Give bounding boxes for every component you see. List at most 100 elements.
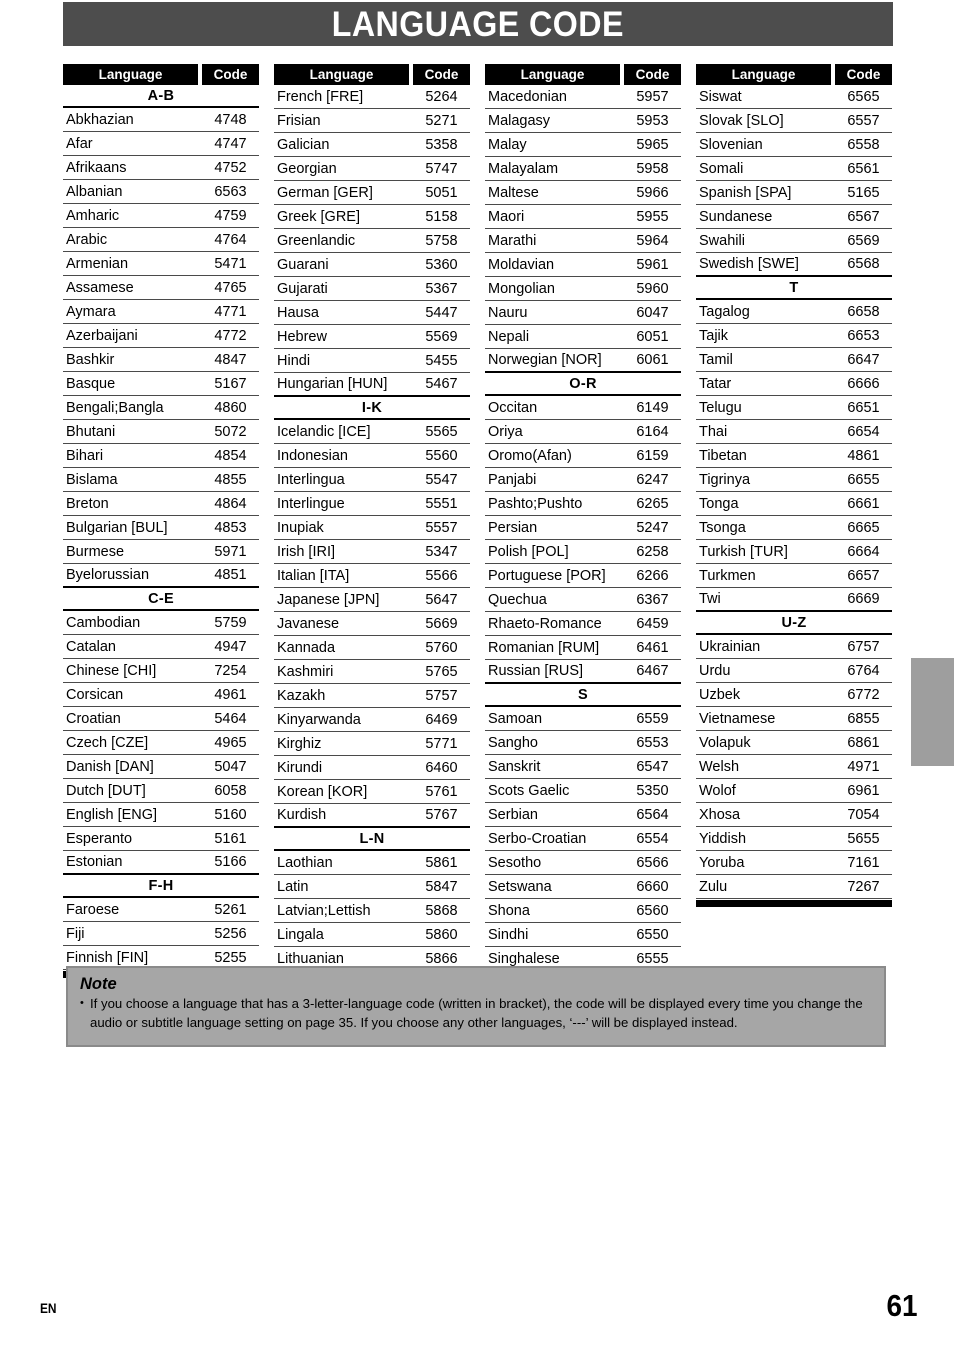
language-name: Inupiak (277, 519, 324, 536)
language-name: Sanskrit (488, 758, 541, 775)
table-row: Afrikaans 4752 (63, 156, 259, 180)
table-row: Gujarati 5367 (274, 277, 470, 301)
page-title-banner: LANGUAGE CODE (63, 2, 893, 46)
language-code: 6654 (847, 423, 880, 440)
table-row: Bengali;Bangla 4860 (63, 396, 259, 420)
language-name: Afar (66, 135, 93, 152)
table-row: Occitan 6149 (485, 396, 681, 420)
column-header-language: Language (485, 64, 620, 85)
language-code: 5051 (425, 184, 458, 201)
language-code: 6561 (847, 160, 880, 177)
language-code: 6460 (425, 759, 458, 776)
table-row: Tigrinya 6655 (696, 468, 892, 492)
language-name: Swedish [SWE] (699, 256, 799, 272)
language-name: Arabic (66, 231, 108, 248)
language-table-column: Language Code Siswat 6565 Slovak [SLO] 6557 Sl… (696, 64, 892, 979)
table-row: Icelandic [ICE] 5565 (274, 420, 470, 444)
language-code: 4747 (214, 135, 247, 152)
language-name: Nauru (488, 304, 528, 321)
table-row: Latvian;Lettish 5868 (274, 899, 470, 923)
table-row: Kinyarwanda 6469 (274, 708, 470, 732)
table-header-row: Language Code (485, 64, 681, 85)
page-number: 61 (885, 1288, 917, 1323)
language-name: Hindi (277, 352, 311, 369)
language-code: 5560 (425, 447, 458, 464)
language-name: Kirundi (277, 759, 323, 776)
language-code: 5771 (425, 735, 458, 752)
table-row: Swahili 6569 (696, 229, 892, 253)
language-code: 5166 (214, 854, 247, 870)
language-name: Marathi (488, 232, 537, 249)
language-name: Vietnamese (699, 710, 776, 727)
table-row: Albanian 6563 (63, 180, 259, 204)
language-name: Serbian (488, 806, 538, 823)
table-row: Aymara 4771 (63, 300, 259, 324)
language-name: Abkhazian (66, 111, 134, 128)
language-name: Estonian (66, 854, 123, 870)
table-row: Bulgarian [BUL] 4853 (63, 516, 259, 540)
note-box: Note • If you choose a language that has… (66, 966, 886, 1047)
language-name: Latin (277, 878, 309, 895)
table-row: Ukrainian 6757 (696, 635, 892, 659)
language-name: Slovak [SLO] (699, 112, 784, 129)
language-code: 6961 (847, 782, 880, 799)
language-code: 6560 (636, 902, 669, 919)
language-code: 6553 (636, 734, 669, 751)
language-name: Cambodian (66, 614, 141, 631)
table-row: Armenian 5471 (63, 252, 259, 276)
language-code: 6666 (847, 375, 880, 392)
language-name: Chinese [CHI] (66, 662, 157, 679)
language-name: Basque (66, 375, 116, 392)
table-row: English [ENG] 5160 (63, 803, 259, 827)
language-code: 7054 (847, 806, 880, 823)
table-row: Japanese [JPN] 5647 (274, 588, 470, 612)
table-row: Moldavian 5961 (485, 253, 681, 277)
language-code: 5860 (425, 926, 458, 943)
table-row: Tatar 6666 (696, 372, 892, 396)
language-code: 5165 (847, 184, 880, 201)
table-row: Hindi 5455 (274, 349, 470, 373)
language-name: Occitan (488, 399, 538, 416)
language-code: 5761 (425, 783, 458, 800)
language-name: Thai (699, 423, 728, 440)
language-name: Turkmen (699, 567, 756, 584)
language-code-tables: Language Code A-B Abkhazian 4748 Afar 4747 Afri… (63, 64, 895, 979)
language-code: 6547 (636, 758, 669, 775)
language-name: Galician (277, 136, 330, 153)
language-code: 5467 (425, 376, 458, 392)
table-row: Persian 5247 (485, 516, 681, 540)
table-row: Interlingua 5547 (274, 468, 470, 492)
table-row: Estonian 5166 (63, 851, 259, 875)
language-code: 6855 (847, 710, 880, 727)
language-code: 6557 (847, 112, 880, 129)
table-row: Kannada 5760 (274, 636, 470, 660)
table-row: Samoan 6559 (485, 707, 681, 731)
table-row: Panjabi 6247 (485, 468, 681, 492)
language-code: 5765 (425, 663, 458, 680)
language-name: Pashto;Pushto (488, 495, 583, 512)
language-name: Georgian (277, 160, 337, 177)
language-name: Interlingua (277, 471, 345, 488)
footer-locale: EN (40, 1300, 57, 1316)
language-code: 5247 (636, 519, 669, 536)
table-row: Quechua 6367 (485, 588, 681, 612)
table-row: Yoruba 7161 (696, 851, 892, 875)
language-code: 5158 (425, 208, 458, 225)
table-row: Macedonian 5957 (485, 85, 681, 109)
language-name: Kazakh (277, 687, 326, 704)
language-code: 6047 (636, 304, 669, 321)
table-row: Vietnamese 6855 (696, 707, 892, 731)
table-row: Rhaeto-Romance 6459 (485, 612, 681, 636)
language-code: 6661 (847, 495, 880, 512)
language-code: 6266 (636, 567, 669, 584)
language-name: Zulu (699, 878, 728, 895)
table-row: Javanese 5669 (274, 612, 470, 636)
table-row: Danish [DAN] 5047 (63, 755, 259, 779)
language-code: 6554 (636, 830, 669, 847)
language-code: 6569 (847, 232, 880, 249)
language-name: Serbo-Croatian (488, 830, 587, 847)
table-row: Scots Gaelic 5350 (485, 779, 681, 803)
language-code: 5161 (214, 830, 247, 847)
language-code: 6558 (847, 136, 880, 153)
table-row: Chinese [CHI] 7254 (63, 659, 259, 683)
